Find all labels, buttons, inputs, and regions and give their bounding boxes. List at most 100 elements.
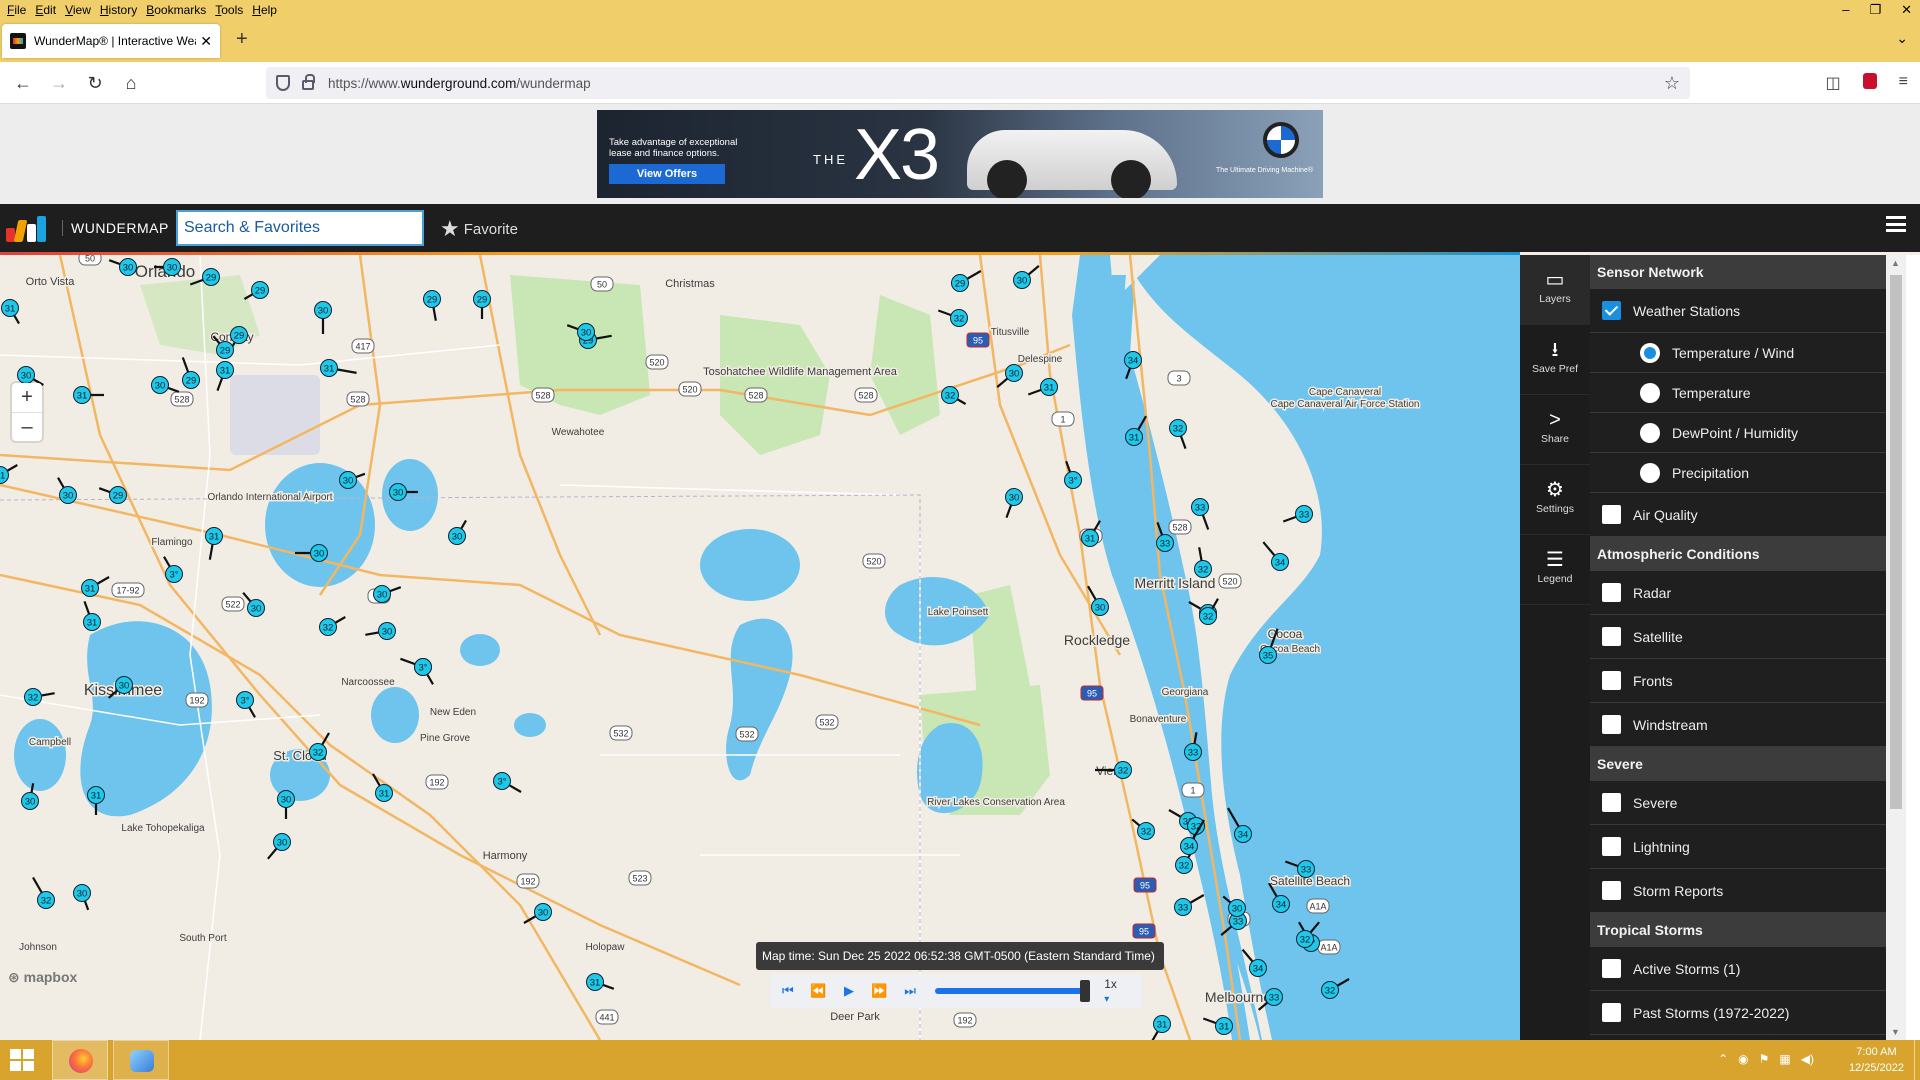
- station-temp: 30: [21, 371, 32, 382]
- lightning-checkbox[interactable]: [1602, 837, 1621, 856]
- close-tab-icon[interactable]: ✕: [200, 33, 212, 50]
- clock[interactable]: 7:00 AM 12/25/2022: [1849, 1044, 1904, 1076]
- windows-start-icon[interactable]: [10, 1049, 34, 1071]
- active-storms-row[interactable]: Active Storms (1): [1590, 947, 1886, 991]
- view-offers-button[interactable]: View Offers: [609, 164, 725, 184]
- storm-reports-row[interactable]: Storm Reports: [1590, 869, 1886, 913]
- past-storms-row[interactable]: Past Storms (1972-2022): [1590, 991, 1886, 1035]
- bmw-ad-banner[interactable]: Take advantage of exceptional lease and …: [597, 110, 1323, 198]
- windstream-checkbox[interactable]: [1602, 715, 1621, 734]
- pocket-icon[interactable]: ◫: [1826, 73, 1841, 93]
- menu-bookmarks[interactable]: Bookmarks: [146, 0, 206, 20]
- menu-tools[interactable]: Tools: [215, 0, 243, 20]
- timeline-slider[interactable]: [934, 980, 1091, 1002]
- new-tab-button[interactable]: +: [236, 28, 248, 51]
- storm-reports-checkbox[interactable]: [1602, 881, 1621, 900]
- tracking-shield-icon[interactable]: [276, 75, 290, 91]
- section-severe: Severe: [1590, 747, 1886, 781]
- precipitation-row[interactable]: Precipitation: [1590, 453, 1886, 493]
- air-quality-row[interactable]: Air Quality: [1590, 493, 1886, 537]
- network-icon[interactable]: ▦: [1779, 1052, 1790, 1066]
- forward-icon[interactable]: →: [46, 70, 72, 96]
- mapbox-label: mapbox: [23, 969, 78, 985]
- tool-settings[interactable]: ⚙ Settings: [1520, 465, 1590, 535]
- list-tabs-chevron-icon[interactable]: ⌄: [1896, 30, 1908, 47]
- dewpoint-radio[interactable]: [1640, 422, 1660, 443]
- menu-file[interactable]: File: [7, 0, 26, 20]
- hamburger-menu-icon[interactable]: [1886, 216, 1906, 232]
- favorite-button[interactable]: ★ Favorite: [440, 216, 518, 242]
- satellite-checkbox[interactable]: [1602, 627, 1621, 646]
- skip-back-icon[interactable]: ⏮: [776, 979, 800, 1003]
- severe-checkbox[interactable]: [1602, 793, 1621, 812]
- timeline-handle[interactable]: [1080, 980, 1091, 1002]
- station-temp: 29: [234, 331, 245, 342]
- tool-legend[interactable]: ☰ Legend: [1520, 535, 1590, 605]
- fronts-checkbox[interactable]: [1602, 671, 1621, 690]
- lightning-row[interactable]: Lightning: [1590, 825, 1886, 869]
- air-quality-checkbox[interactable]: [1602, 505, 1621, 524]
- dewpoint-row[interactable]: DewPoint / Humidity: [1590, 413, 1886, 453]
- zoom-out-button[interactable]: –: [12, 412, 42, 441]
- scroll-down-icon[interactable]: ▼: [1891, 1027, 1900, 1037]
- minimize-icon[interactable]: –: [1842, 0, 1849, 20]
- rewind-icon[interactable]: ⏪: [807, 979, 831, 1003]
- lock-icon[interactable]: [302, 74, 315, 90]
- back-icon[interactable]: ←: [10, 70, 36, 96]
- severe-row[interactable]: Severe: [1590, 781, 1886, 825]
- tray-chevron-icon[interactable]: ⌃: [1718, 1052, 1728, 1066]
- temperature-row[interactable]: Temperature: [1590, 373, 1886, 413]
- past-storms-checkbox[interactable]: [1602, 1003, 1621, 1022]
- menu-view[interactable]: View: [65, 0, 91, 20]
- temp-wind-radio[interactable]: [1640, 342, 1660, 363]
- road-shield-label: 528: [350, 395, 365, 405]
- volume-icon[interactable]: ◀): [1801, 1052, 1814, 1066]
- search-input[interactable]: Search & Favorites: [176, 210, 424, 246]
- menu-help[interactable]: Help: [252, 0, 277, 20]
- home-icon[interactable]: ⌂: [118, 70, 144, 96]
- skip-forward-icon[interactable]: ⏭: [898, 979, 922, 1003]
- menu-edit[interactable]: Edit: [35, 0, 56, 20]
- brand-name[interactable]: WUNDERMAP: [62, 220, 169, 236]
- app-menu-icon[interactable]: ≡: [1899, 73, 1908, 93]
- show-desktop-button[interactable]: [1914, 1040, 1920, 1080]
- scroll-up-icon[interactable]: ▲: [1891, 258, 1900, 268]
- fast-forward-icon[interactable]: ⏩: [868, 979, 892, 1003]
- precipitation-radio[interactable]: [1640, 462, 1660, 483]
- windstream-row[interactable]: Windstream: [1590, 703, 1886, 747]
- tool-share[interactable]: > Share: [1520, 395, 1590, 465]
- ublock-icon[interactable]: [1862, 73, 1877, 89]
- url-bar[interactable]: https://www.wunderground.com/wundermap ☆: [266, 67, 1690, 99]
- temp-wind-row[interactable]: Temperature / Wind: [1590, 333, 1886, 373]
- url-text[interactable]: https://www.wunderground.com/wundermap: [328, 76, 591, 91]
- reload-icon[interactable]: ↻: [82, 70, 108, 96]
- weather-stations-row[interactable]: Weather Stations: [1590, 289, 1886, 333]
- flag-icon[interactable]: ⚑: [1759, 1052, 1770, 1066]
- play-icon[interactable]: ▶: [837, 979, 861, 1003]
- restore-icon[interactable]: ❐: [1869, 0, 1881, 20]
- taskbar-paint[interactable]: [113, 1040, 169, 1080]
- temperature-radio[interactable]: [1640, 382, 1660, 403]
- tool-layers[interactable]: ▭ Layers: [1520, 255, 1590, 325]
- menu-history[interactable]: History: [100, 0, 137, 20]
- wu-logo-icon[interactable]: [6, 216, 48, 242]
- tray-app-icon[interactable]: ◉: [1738, 1052, 1748, 1066]
- fronts-row[interactable]: Fronts: [1590, 659, 1886, 703]
- scrollbar-thumb[interactable]: [1890, 275, 1902, 809]
- station-temp: 32: [28, 693, 39, 704]
- panel-scrollbar[interactable]: ▲ ▼: [1886, 255, 1906, 1040]
- zoom-in-button[interactable]: +: [12, 383, 42, 412]
- speed-select[interactable]: 1x: [1104, 977, 1142, 1005]
- radar-checkbox[interactable]: [1602, 583, 1621, 602]
- map-canvas[interactable]: 50 50 417 528 528 528 528 520 520 520 528 17-92 522 1…: [0, 255, 1520, 1040]
- mapbox-attribution[interactable]: ⊛ mapbox: [8, 969, 77, 986]
- radar-row[interactable]: Radar: [1590, 571, 1886, 615]
- bookmark-star-icon[interactable]: ☆: [1664, 73, 1680, 94]
- satellite-row[interactable]: Satellite: [1590, 615, 1886, 659]
- active-storms-checkbox[interactable]: [1602, 959, 1621, 978]
- tool-save-pref[interactable]: ⭳ Save Pref: [1520, 325, 1590, 395]
- weather-stations-checkbox[interactable]: [1602, 301, 1621, 320]
- tab-wundermap[interactable]: WunderMap® | Interactive Wea ✕: [2, 24, 220, 58]
- close-window-icon[interactable]: ✕: [1901, 0, 1912, 20]
- taskbar-firefox[interactable]: [52, 1040, 108, 1080]
